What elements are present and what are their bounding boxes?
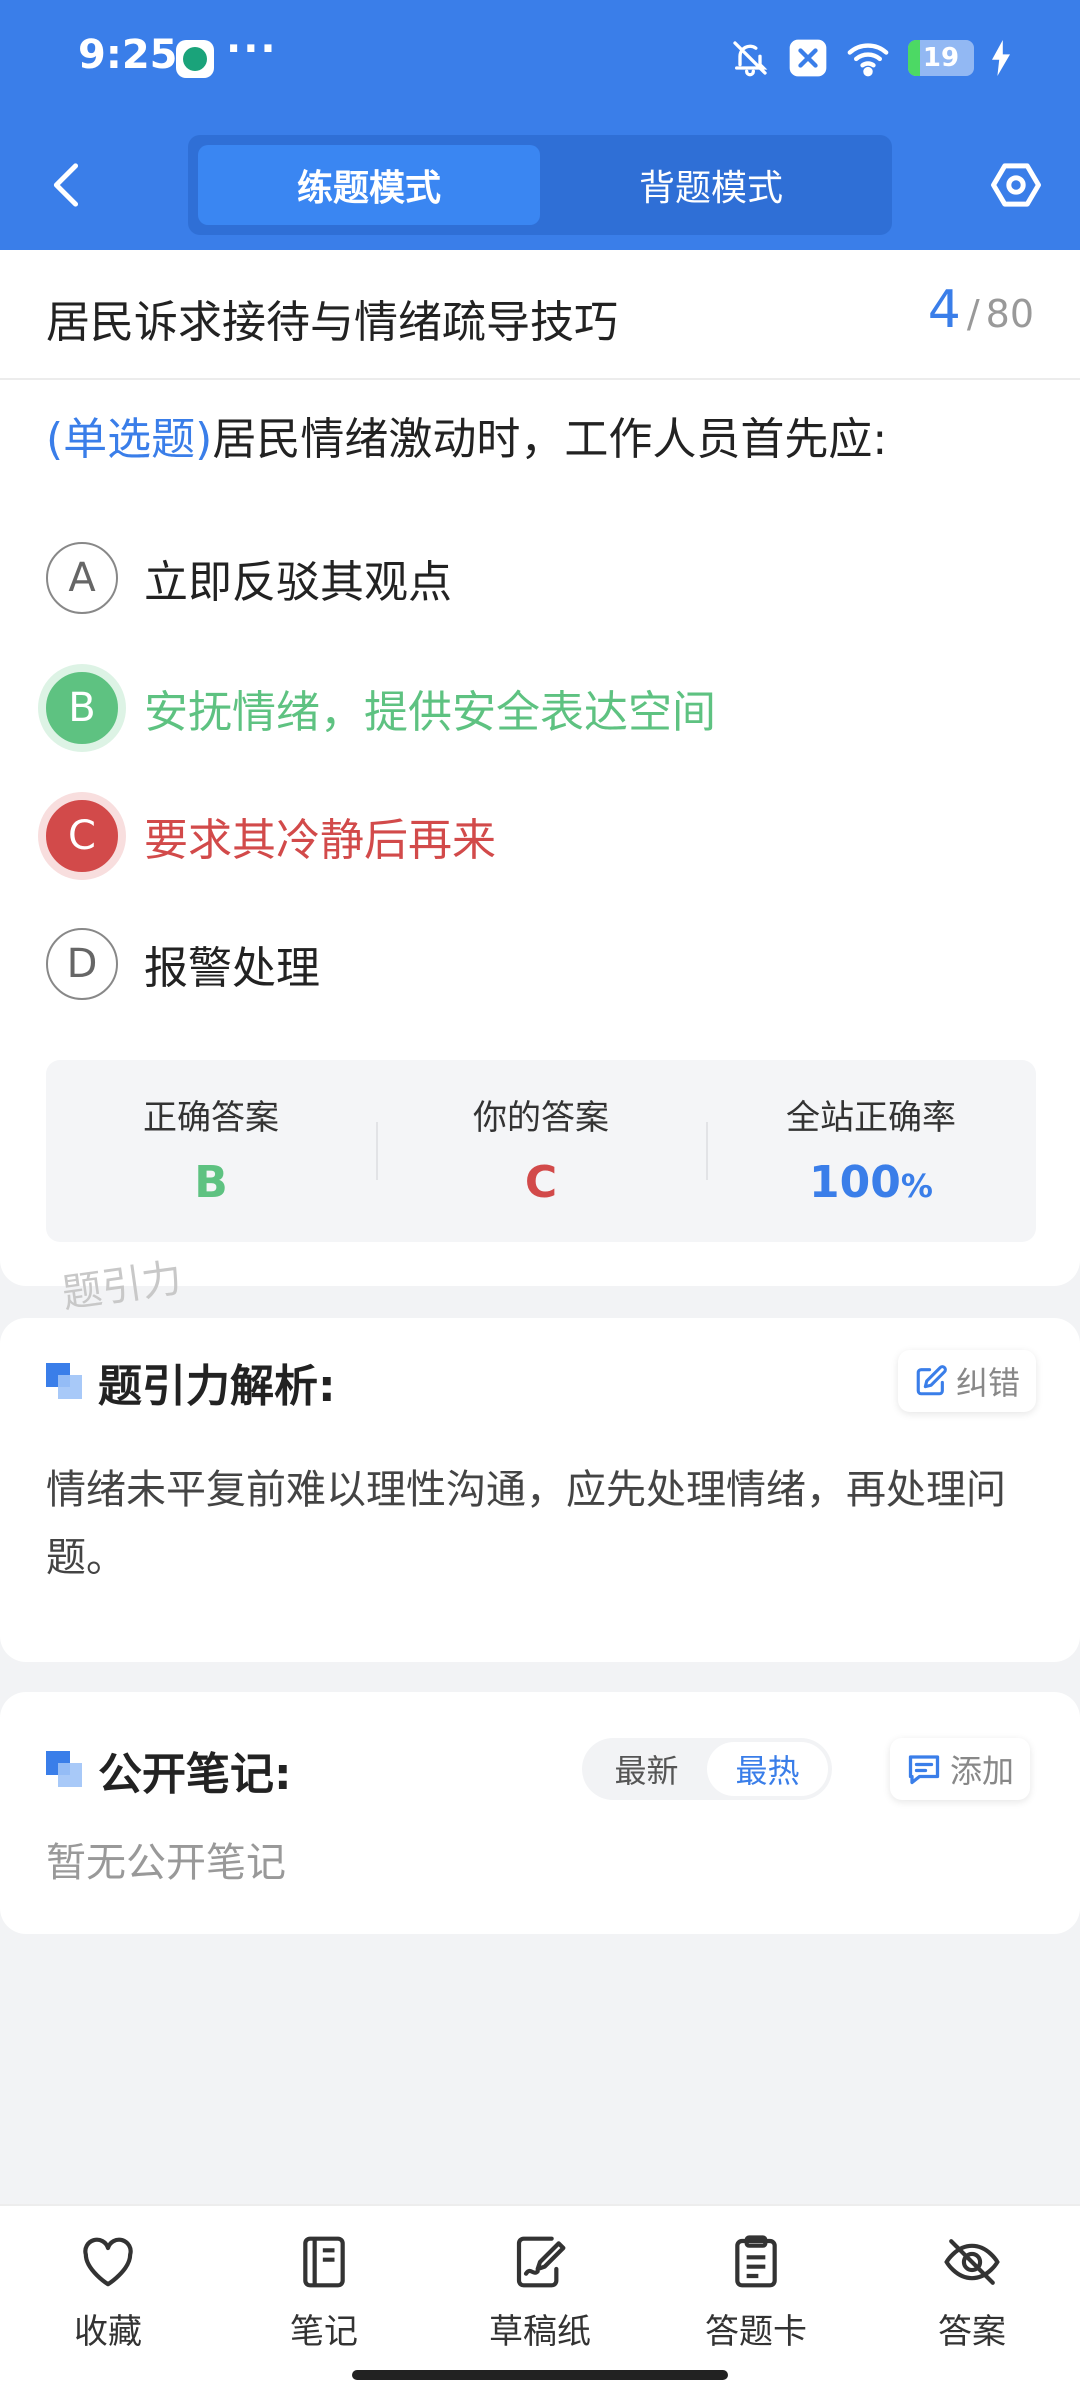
option-b[interactable]: B 安抚情绪，提供安全表达空间 — [46, 670, 1036, 746]
favorite-button[interactable]: 收藏 — [0, 2206, 216, 2400]
report-error-label: 纠错 — [956, 1364, 1021, 1402]
eye-off-icon — [942, 2232, 1002, 2292]
settings-button[interactable] — [986, 155, 1046, 215]
battery-level: 19 — [922, 43, 960, 73]
accuracy-value: 100% — [706, 1157, 1036, 1208]
header: 9:25 ··· 19 练题模式 背题模式 — [0, 0, 1080, 250]
total-questions: 80 — [985, 292, 1034, 336]
question-card: 居民诉求接待与情绪疏导技巧 4/80 (单选题)居民情绪激动时，工作人员首先应:… — [0, 250, 1080, 1286]
public-notes-card: 公开笔记: 最新 最热 添加 暂无公开笔记 — [0, 1692, 1080, 1934]
current-question-number: 4 — [927, 280, 961, 340]
question-type: (单选题) — [46, 414, 213, 465]
answer-sheet-icon — [726, 2232, 786, 2292]
analysis-card: 题引力解析: 纠错 情绪未平复前难以理性沟通，应先处理情绪，再处理问题。 — [0, 1318, 1080, 1662]
home-indicator[interactable] — [352, 2370, 728, 2380]
your-answer-label: 你的答案 — [473, 1098, 609, 1138]
option-c[interactable]: C 要求其冷静后再来 — [46, 798, 1036, 874]
option-text: 立即反驳其观点 — [144, 557, 452, 608]
tab-memorize-mode[interactable]: 背题模式 — [540, 145, 882, 225]
add-note-button[interactable]: 添加 — [890, 1738, 1031, 1800]
chapter-title: 居民诉求接待与情绪疏导技巧 — [46, 297, 618, 348]
correct-answer-value: B — [194, 1157, 228, 1208]
show-answer-label: 答案 — [938, 2312, 1006, 2352]
battery-icon: 19 — [908, 40, 974, 76]
option-letter: D — [46, 928, 118, 1000]
question-header: 居民诉求接待与情绪疏导技巧 4/80 — [0, 250, 1080, 380]
sort-hottest[interactable]: 最热 — [707, 1742, 828, 1796]
question-text: 居民情绪激动时，工作人员首先应: — [212, 414, 888, 465]
answer-sheet-label: 答题卡 — [705, 2312, 807, 2352]
option-letter: A — [46, 542, 118, 614]
status-time: 9:25 — [78, 32, 178, 78]
accuracy-label: 全站正确率 — [786, 1098, 956, 1138]
comment-icon — [908, 1755, 940, 1785]
option-letter: B — [46, 672, 118, 744]
status-bar: 9:25 ··· 19 — [0, 0, 1080, 115]
progress-separator: / — [966, 292, 980, 336]
option-text: 报警处理 — [144, 943, 320, 994]
app-notification-icon — [176, 40, 214, 78]
more-notifications-icon: ··· — [226, 26, 278, 72]
option-d[interactable]: D 报警处理 — [46, 926, 1036, 1002]
page: 9:25 ··· 19 练题模式 背题模式 居民诉求接待与情绪疏导技巧 4 / … — [0, 0, 1080, 2400]
show-answer-button[interactable]: 答案 — [864, 2206, 1080, 2400]
accuracy-col: 全站正确率 100% — [706, 1060, 1036, 1242]
mode-switch: 练题模式 背题模式 — [188, 135, 892, 235]
section-squares-icon — [46, 1751, 84, 1789]
settings-hexagon-icon — [991, 163, 1041, 207]
answer-summary: 正确答案 B 你的答案 C 全站正确率 100% — [46, 1060, 1036, 1242]
charging-icon — [992, 40, 1010, 76]
analysis-header: 题引力解析: — [46, 1350, 336, 1414]
heart-icon — [78, 2232, 138, 2292]
back-button[interactable] — [40, 155, 90, 215]
correct-answer-col: 正确答案 B — [46, 1060, 376, 1242]
notebook-icon — [294, 2232, 354, 2292]
notes-sort-toggle: 最新 最热 — [582, 1738, 832, 1800]
analysis-title: 题引力解析: — [98, 1361, 336, 1412]
report-error-button[interactable]: 纠错 — [898, 1350, 1037, 1412]
accuracy-number: 100 — [809, 1157, 901, 1208]
close-app-icon — [788, 38, 828, 78]
notes-header: 公开笔记: — [46, 1738, 292, 1802]
section-squares-icon — [46, 1363, 84, 1401]
status-icons: 19 — [730, 36, 1010, 80]
option-a[interactable]: A 立即反驳其观点 — [46, 540, 1036, 616]
notes-title: 公开笔记: — [98, 1749, 292, 1800]
option-text: 要求其冷静后再来 — [144, 815, 496, 866]
mute-icon — [730, 38, 770, 78]
correct-answer-label: 正确答案 — [143, 1098, 279, 1138]
draft-icon — [510, 2232, 570, 2292]
favorite-label: 收藏 — [74, 2312, 142, 2352]
add-note-label: 添加 — [950, 1752, 1015, 1790]
option-text: 安抚情绪，提供安全表达空间 — [144, 687, 716, 738]
chevron-left-icon — [53, 163, 79, 207]
question-stem: (单选题)居民情绪激动时，工作人员首先应: — [46, 410, 1036, 470]
accuracy-unit: % — [900, 1167, 933, 1205]
analysis-text: 情绪未平复前难以理性沟通，应先处理情绪，再处理问题。 — [46, 1467, 1006, 1581]
draft-paper-label: 草稿纸 — [489, 2312, 591, 2352]
notes-label: 笔记 — [290, 2312, 358, 2352]
tab-practice-mode[interactable]: 练题模式 — [198, 145, 540, 225]
your-answer-value: C — [524, 1157, 558, 1208]
empty-notes-text: 暂无公开笔记 — [46, 1840, 286, 1886]
wifi-icon — [846, 38, 890, 78]
option-letter: C — [46, 800, 118, 872]
edit-icon — [916, 1365, 947, 1396]
sort-latest[interactable]: 最新 — [586, 1742, 707, 1796]
question-progress: 4/80 — [928, 280, 1034, 340]
your-answer-col: 你的答案 C — [376, 1060, 706, 1242]
